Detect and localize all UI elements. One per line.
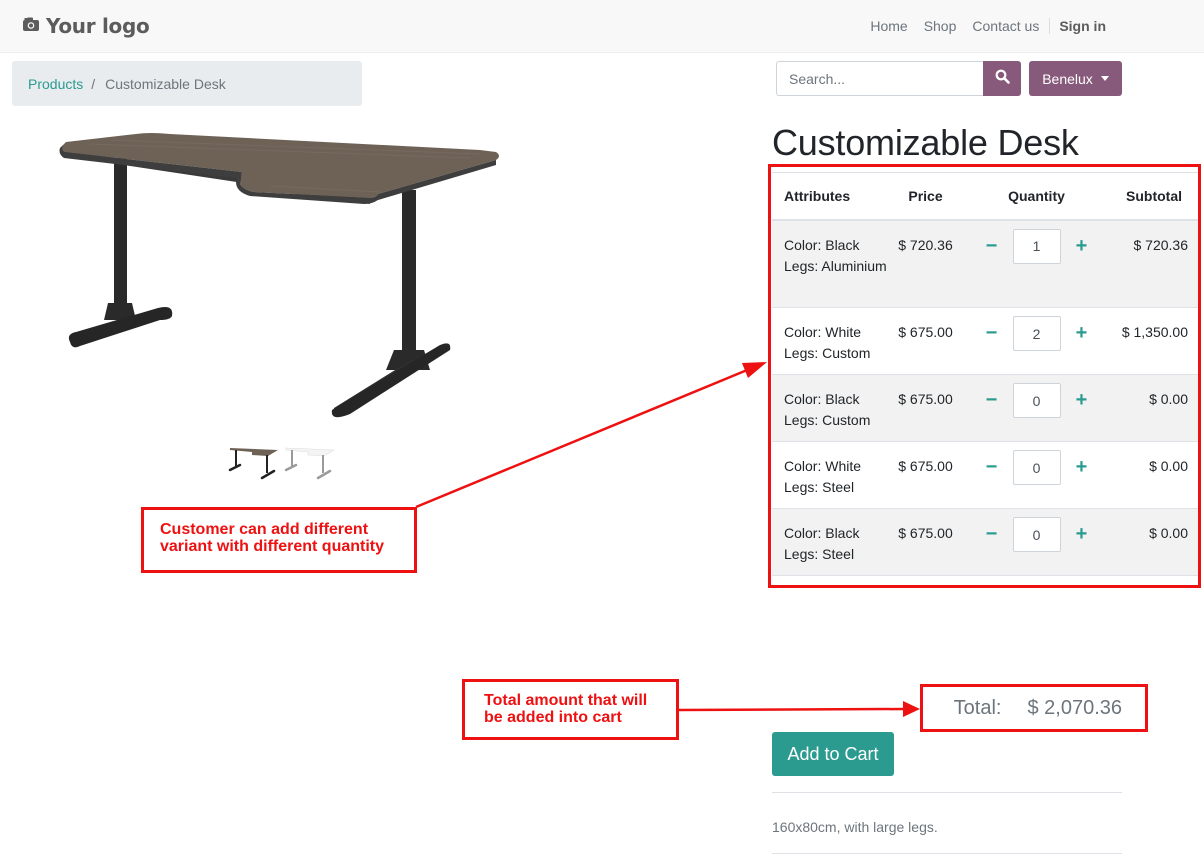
total-row: Total: $ 2,070.36	[922, 686, 1146, 731]
camera-icon	[22, 16, 40, 37]
thumbnail-black-desk[interactable]	[228, 442, 282, 480]
breadcrumb: Products / Customizable Desk	[12, 61, 362, 106]
total-callout-line: Total amount that will	[484, 692, 648, 709]
total-callout-line: be added into cart	[484, 709, 622, 726]
product-description: 160x80cm, with large legs.	[772, 819, 938, 835]
arrow-to-total	[678, 707, 905, 712]
search-bar	[776, 61, 1021, 96]
variant-callout-line: variant with different quantity	[160, 538, 385, 555]
total-annotation-callout: Total amount that will be added into car…	[462, 679, 679, 740]
product-title: Customizable Desk	[772, 122, 1079, 163]
divider	[772, 792, 1122, 793]
search-button[interactable]	[983, 61, 1021, 96]
arrowhead-icon	[903, 701, 920, 717]
variant-table-highlight	[768, 164, 1201, 588]
thumbnail-white-desk[interactable]	[284, 442, 338, 480]
site-logo[interactable]: Your logo	[22, 14, 150, 38]
product-thumbnails	[228, 442, 338, 480]
pricelist-dropdown[interactable]: Benelux	[1029, 61, 1122, 96]
search-input[interactable]	[776, 61, 983, 96]
variant-annotation-callout: Customer can add different variant with …	[141, 507, 417, 573]
divider	[772, 853, 1122, 854]
breadcrumb-products-link[interactable]: Products	[28, 76, 83, 92]
add-to-cart-button[interactable]: Add to Cart	[772, 732, 894, 776]
product-main-image	[50, 120, 510, 430]
breadcrumb-separator: /	[91, 75, 96, 92]
top-navbar: Your logo Home Shop Contact us Sign in	[0, 0, 1204, 53]
logo-text: Your logo	[46, 14, 150, 38]
nav-home[interactable]: Home	[862, 18, 915, 34]
nav-contact[interactable]: Contact us	[964, 18, 1047, 34]
pricelist-label: Benelux	[1042, 70, 1093, 87]
caret-down-icon	[1100, 76, 1109, 81]
breadcrumb-current: Customizable Desk	[105, 75, 226, 92]
variant-callout-line: Customer can add different	[160, 521, 369, 538]
total-label: Total:	[953, 697, 1002, 719]
total-amount: $ 2,070.36	[1027, 697, 1122, 719]
nav-sign-in[interactable]: Sign in	[1049, 18, 1114, 34]
arrowhead-icon	[742, 362, 767, 378]
main-menu: Home Shop Contact us Sign in	[862, 18, 1114, 34]
search-icon	[995, 69, 1010, 89]
nav-shop[interactable]: Shop	[916, 18, 965, 34]
